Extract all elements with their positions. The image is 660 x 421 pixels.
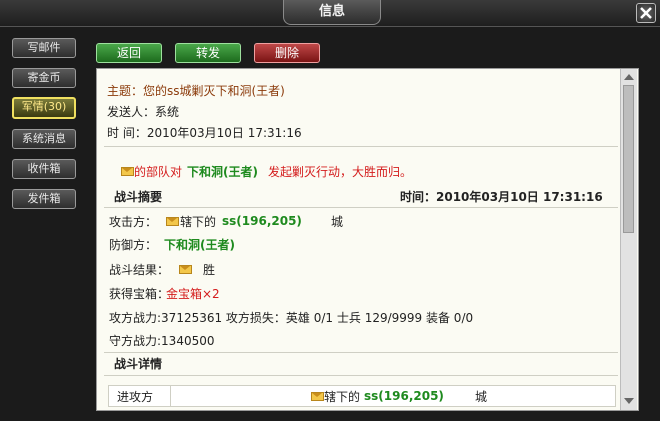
close-button[interactable] — [636, 3, 656, 23]
sidebar-item-outbox[interactable]: 发件箱 — [12, 189, 76, 209]
scrollbar-thumb[interactable] — [623, 85, 634, 233]
attack-stats: 攻方战力:37125361 攻方损失：英雄 0/1 士兵 129/9999 装备… — [109, 311, 474, 325]
divider — [104, 207, 618, 208]
attacker-label: 攻击方： — [109, 215, 158, 229]
message-time: 时 间：2010年03月10日 17:31:16 — [107, 126, 302, 140]
details-row-label: 进攻方 — [117, 390, 154, 404]
defender-name[interactable]: 下和洞(王者) — [164, 237, 235, 253]
forward-button[interactable]: 转发 — [175, 43, 241, 63]
defender-label: 防御方： — [109, 238, 158, 252]
attacker-suffix: 城 — [331, 215, 344, 229]
headline-prefix: 的部队对 — [134, 165, 183, 179]
message-sender: 发送人：系统 — [107, 105, 180, 119]
headline-target: 下和洞(王者) — [187, 165, 258, 179]
sidebar-item-send-gold[interactable]: 寄金币 — [12, 68, 76, 88]
details-table — [108, 385, 616, 407]
title-bar: 信息 — [0, 0, 660, 27]
divider — [104, 146, 618, 147]
result-label: 战斗结果： — [109, 263, 170, 277]
sidebar-item-compose[interactable]: 写邮件 — [12, 38, 76, 58]
sidebar-item-inbox[interactable]: 收件箱 — [12, 159, 76, 179]
attacker-name: 辖下的 — [180, 215, 217, 229]
back-button[interactable]: 返回 — [96, 43, 162, 63]
close-icon — [640, 7, 652, 19]
summary-title: 战斗摘要 — [114, 190, 163, 204]
scroll-up-icon[interactable] — [623, 72, 635, 82]
delete-button[interactable]: 删除 — [254, 43, 320, 63]
scroll-down-icon[interactable] — [623, 396, 635, 406]
window-title: 信息 — [283, 0, 381, 25]
envelope-icon — [166, 217, 179, 226]
defense-power: 守方战力:1340500 — [109, 334, 215, 348]
details-title: 战斗详情 — [114, 357, 163, 371]
envelope-icon — [121, 167, 134, 176]
message-subject: 主题：您的ss城剿灭下和洞(王者) — [107, 84, 285, 98]
sidebar-item-system-messages[interactable]: 系统消息 — [12, 129, 76, 149]
chest-value: 金宝箱×2 — [166, 287, 220, 301]
table-cell-divider — [170, 386, 171, 406]
details-row-suffix: 城 — [475, 390, 488, 404]
headline-suffix: 发起剿灭行动，大胜而归。 — [268, 165, 413, 179]
result-value: 胜 — [203, 263, 216, 277]
sidebar-item-military-reports[interactable]: 军情(30) — [12, 97, 76, 119]
details-row-name: 辖下的 — [324, 390, 361, 404]
divider — [104, 352, 618, 353]
envelope-icon — [311, 392, 324, 401]
envelope-icon — [179, 265, 192, 274]
divider — [104, 375, 618, 376]
attacker-coord[interactable]: ss(196,205) — [222, 213, 302, 229]
summary-time: 时间：2010年03月10日 17:31:16 — [400, 190, 603, 204]
vertical-scrollbar[interactable] — [620, 69, 637, 410]
chest-label: 获得宝箱： — [109, 287, 170, 301]
details-row-coord[interactable]: ss(196,205) — [364, 388, 444, 404]
